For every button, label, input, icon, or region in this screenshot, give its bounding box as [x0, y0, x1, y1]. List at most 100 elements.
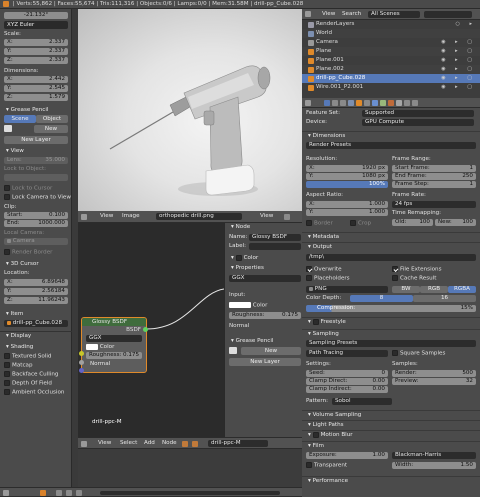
- aspect-y-field[interactable]: Y: 1.000: [306, 209, 388, 216]
- clamp-direct-field[interactable]: Clamp Direct: 0.00: [306, 378, 388, 385]
- scene-tab-icon[interactable]: [340, 100, 346, 106]
- device-select[interactable]: GPU Compute: [362, 119, 474, 126]
- outliner-item-wire[interactable]: Wire.001_P2.001 ◉ ▸ ▢: [302, 83, 480, 92]
- image-view-menu[interactable]: View: [100, 213, 113, 219]
- frame-scrubber[interactable]: [100, 491, 280, 495]
- depth-of-field-checkbox[interactable]: [4, 380, 10, 386]
- clip-start-field[interactable]: 0.100: [49, 212, 65, 219]
- outliner-type-icon[interactable]: [305, 11, 311, 17]
- render-tab-icon[interactable]: [324, 100, 330, 106]
- color-swatch[interactable]: [86, 343, 98, 350]
- node-select-menu[interactable]: Select: [120, 440, 137, 446]
- depth-8-button[interactable]: 8: [350, 295, 413, 302]
- lock-camera-row[interactable]: Lock Camera to View: [4, 194, 71, 201]
- shading-panel-header[interactable]: Shading: [0, 343, 72, 351]
- local-camera-field[interactable]: Camera: [4, 238, 68, 245]
- gp-object-tab[interactable]: Object: [36, 115, 68, 123]
- play-icon[interactable]: [56, 490, 62, 496]
- old-field[interactable]: Old: 100: [392, 219, 433, 226]
- material-icon[interactable]: [182, 441, 188, 447]
- aspect-x-field[interactable]: X: 1.000: [306, 201, 388, 208]
- outliner-item-drill[interactable]: drill-pp_Cube.028 ◉ ▸ ▢: [302, 74, 480, 83]
- cursor-z-field[interactable]: 11.96243: [38, 297, 65, 304]
- outliner-search-menu[interactable]: Search: [342, 11, 361, 17]
- lock-to-cursor-row[interactable]: Lock to Cursor: [4, 185, 52, 192]
- node-gp-new-layer-button[interactable]: New Layer: [229, 358, 301, 366]
- render-border-row[interactable]: Render Border: [4, 249, 52, 256]
- pin-icon[interactable]: [284, 214, 290, 220]
- visibility-toggles[interactable]: ◉ ▸ ▢: [441, 65, 476, 74]
- cache-result-checkbox[interactable]: [392, 275, 398, 281]
- placeholders-checkbox[interactable]: [306, 275, 312, 281]
- feature-set-select[interactable]: Supported: [362, 110, 474, 117]
- color-input-socket[interactable]: [79, 351, 84, 356]
- object-tab-icon[interactable]: [356, 100, 362, 106]
- material-tab-icon[interactable]: [388, 100, 394, 106]
- textured-solid-row[interactable]: Textured Solid: [4, 353, 68, 360]
- roughness-input-socket[interactable]: [79, 360, 84, 365]
- outliner-item-renderlayers[interactable]: RenderLayers ○ ▸: [302, 20, 480, 29]
- color-rgba-button[interactable]: RGBA: [448, 286, 476, 293]
- output-panel-header[interactable]: Output: [302, 242, 480, 250]
- visibility-toggles[interactable]: ◉ ▸ ▢: [441, 83, 476, 92]
- render-viewport[interactable]: [78, 9, 302, 211]
- sampling-panel-header[interactable]: Sampling: [302, 329, 480, 337]
- motion-blur-checkbox[interactable]: [312, 431, 319, 438]
- lock-camera-checkbox[interactable]: [4, 194, 10, 200]
- clamp-indirect-field[interactable]: Clamp Indirect: 0.00: [306, 386, 388, 393]
- integrator-select[interactable]: Path Tracing: [306, 350, 388, 357]
- matcap-checkbox[interactable]: [4, 362, 10, 368]
- node-view-menu[interactable]: View: [98, 440, 111, 446]
- item-name-field[interactable]: drill-pp_Cube.028: [4, 320, 68, 327]
- grease-pencil-panel-header[interactable]: Grease Pencil: [0, 106, 72, 114]
- color-bw-button[interactable]: BW: [392, 286, 420, 293]
- node-editor-type-icon[interactable]: [81, 441, 87, 447]
- exposure-field[interactable]: Exposure: 1.00: [306, 452, 388, 459]
- frame-step-field[interactable]: Frame Step: 1: [392, 181, 476, 188]
- material-datablock-field[interactable]: drill-ppc-M: [208, 440, 268, 447]
- outliner-item-plane[interactable]: Plane ◉ ▸ ▢: [302, 47, 480, 56]
- rotation-mode-select[interactable]: XYZ Euler: [4, 21, 68, 29]
- seed-field[interactable]: Seed: 0: [306, 370, 388, 377]
- metadata-panel-header[interactable]: Metadata: [302, 232, 480, 240]
- ambient-occlusion-checkbox[interactable]: [4, 389, 10, 395]
- node-properties-header[interactable]: Properties: [225, 264, 303, 272]
- step-icon[interactable]: [66, 490, 72, 496]
- pixel-filter-select[interactable]: Blackman-Harris: [392, 452, 476, 459]
- visibility-toggles[interactable]: ◉ ▸ ▢: [441, 56, 476, 65]
- transparent-checkbox[interactable]: [306, 462, 312, 468]
- matcap-row[interactable]: Matcap: [4, 362, 68, 369]
- timeline-type-icon[interactable]: [3, 490, 9, 496]
- node-color-panel-header[interactable]: Color: [225, 254, 303, 262]
- gp-new-layer-button[interactable]: New Layer: [4, 136, 68, 144]
- material-slot-icon[interactable]: [192, 441, 198, 447]
- compression-slider[interactable]: Compression: 15%: [306, 305, 476, 312]
- freestyle-checkbox[interactable]: [312, 318, 319, 325]
- border-row[interactable]: Border: [306, 220, 333, 227]
- freestyle-panel-header[interactable]: Freestyle: [302, 317, 480, 325]
- node-panel-header[interactable]: Node: [225, 223, 302, 231]
- start-frame-field[interactable]: Start Frame: 1: [392, 165, 476, 172]
- res-percentage-slider[interactable]: 100%: [306, 181, 388, 188]
- node-roughness-field[interactable]: Roughness: 0.175: [86, 352, 142, 359]
- node-title-bar[interactable]: Glossy BSDF: [82, 318, 146, 326]
- display-panel-header[interactable]: Display: [0, 331, 72, 339]
- modifiers-tab-icon[interactable]: [372, 100, 378, 106]
- outliner-item-plane-001[interactable]: Plane.001 ◉ ▸ ▢: [302, 56, 480, 65]
- pattern-select[interactable]: Sobol: [332, 398, 392, 405]
- overwrite-checkbox[interactable]: [306, 266, 312, 272]
- sampling-presets-select[interactable]: Sampling Presets: [306, 340, 476, 347]
- backface-culling-checkbox[interactable]: [4, 371, 10, 377]
- res-x-field[interactable]: X: 1920 px: [306, 165, 388, 172]
- gp-scene-tab[interactable]: Scene: [4, 115, 36, 123]
- scale-x-field[interactable]: 2.337: [49, 39, 65, 46]
- depth-of-field-row[interactable]: Depth Of Field: [4, 380, 68, 387]
- preview-samples-field[interactable]: Preview: 32: [392, 378, 476, 385]
- rotation-z-field[interactable]: -21.132°: [4, 12, 68, 19]
- outliner-item-camera[interactable]: Camera ◉ ▸ ▢: [302, 38, 480, 47]
- item-panel-header[interactable]: Item: [0, 310, 72, 318]
- dim-x-field[interactable]: 2.442: [49, 76, 65, 83]
- image-menu[interactable]: Image: [122, 213, 140, 219]
- cache-result-row[interactable]: Cache Result: [392, 275, 436, 282]
- depth-16-button[interactable]: 16: [413, 295, 476, 302]
